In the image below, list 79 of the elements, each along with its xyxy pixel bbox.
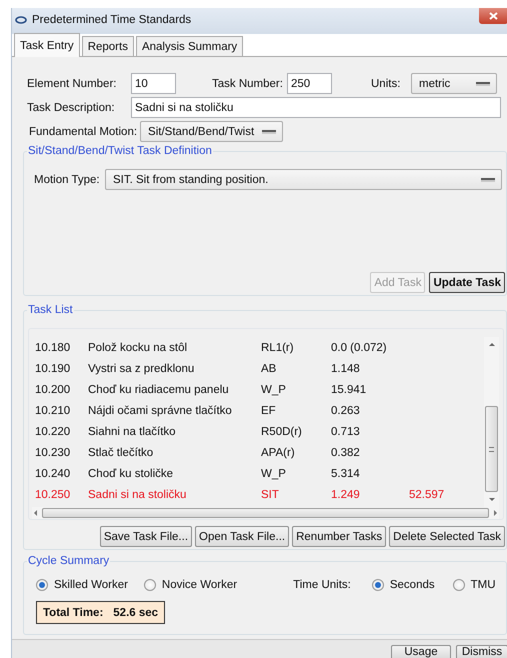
table-cell-text: 0.263 (331, 404, 361, 416)
table-cell-text: 15.941 (331, 384, 368, 396)
horizontal-scrollbar[interactable] (32, 507, 499, 519)
table-cell-text: 10.190 (35, 362, 72, 374)
close-button[interactable] (479, 8, 507, 24)
field-label: Motion Type: (34, 174, 101, 186)
footer-button[interactable]: Dismiss (456, 645, 507, 658)
table-cell-text: 1.148 (331, 362, 361, 374)
radio-label: Seconds (390, 579, 435, 591)
vertical-scrollbar[interactable] (484, 337, 499, 507)
dropdown-value: metric (419, 78, 450, 90)
table-cell-text: 0.0 (0.072) (331, 342, 388, 354)
close-icon (489, 12, 498, 20)
table-cell-text: Siahni na tlačítko (88, 426, 177, 438)
input-field[interactable]: 10 (131, 73, 176, 94)
dropdown-value: Sit/Stand/Bend/Twist (148, 126, 254, 138)
table-cell-text: EF (261, 404, 277, 416)
radio-button[interactable]: TMU (452, 579, 496, 591)
table-cell-text: 0.382 (331, 446, 361, 458)
table-cell-text: 10.230 (35, 446, 72, 458)
field-label: Task Description: (27, 102, 116, 114)
field-label: Task Number: (212, 78, 284, 90)
table-cell-text: W_P (261, 468, 287, 480)
input-field[interactable]: Sadni si na stoličku (131, 97, 501, 118)
action-button[interactable]: Delete Selected Task (389, 526, 505, 547)
radio-label: TMU (470, 579, 496, 591)
table-cell-text: APA(r) (261, 446, 296, 458)
field-label: Units: (371, 78, 402, 90)
action-button[interactable]: Renumber Tasks (292, 526, 386, 547)
dropdown-icon (476, 82, 490, 86)
total-time-value: 52.6 sec (113, 606, 158, 618)
table-cell-text: Polož kocku na stôl (88, 342, 188, 354)
table-cell-text: Stlač tlečítko (88, 446, 154, 458)
app-icon (15, 16, 27, 24)
dropdown-value: SIT. Sit from standing position. (113, 174, 268, 186)
table-cell-text: W_P (261, 384, 287, 396)
table-cell-text: Choď ku riadiacemu panelu (88, 384, 230, 396)
table-cell-text: 10.180 (35, 342, 72, 354)
radio-label: Skilled Worker (54, 579, 128, 591)
table-cell-text: 10.200 (35, 384, 72, 396)
radio-label: Novice Worker (162, 579, 238, 591)
table-cell-text: AB (261, 362, 278, 374)
table-cell-text: RL1(r) (261, 342, 295, 354)
group-title: Cycle Summary (27, 554, 110, 568)
total-time-label: Total Time: (43, 606, 104, 618)
field-label: Time Units: (293, 579, 352, 591)
action-button[interactable]: Save Task File... (100, 526, 192, 547)
radio-button[interactable]: Seconds (372, 579, 435, 591)
action-button[interactable]: Open Task File... (195, 526, 290, 547)
table-cell-text: Sadni si na stoličku (88, 488, 188, 500)
tab[interactable]: Reports (82, 36, 134, 56)
tab[interactable]: Task Entry (14, 33, 80, 57)
table-cell-text: 0.713 (331, 426, 361, 438)
radio-button[interactable]: Novice Worker (144, 579, 238, 591)
field-label: Element Number: (27, 78, 118, 90)
table-cell-text: 10.240 (35, 468, 72, 480)
table-cell-text: Vystri sa z predklonu (88, 362, 196, 374)
radio-button[interactable]: Skilled Worker (36, 579, 128, 591)
table-cell-text: 1.249 (331, 488, 361, 500)
dropdown[interactable]: metric (411, 73, 497, 94)
input-field[interactable]: 250 (287, 73, 332, 94)
dropdown[interactable]: Sit/Stand/Bend/Twist (140, 121, 284, 142)
footer-button[interactable]: Usage (391, 645, 451, 658)
dropdown-icon (481, 178, 495, 182)
table-cell-text: R50D(r) (261, 426, 303, 438)
table-cell-text: Nájdi očami správne tlačítko (88, 404, 233, 416)
table-cell-text: SIT (261, 488, 280, 500)
tab[interactable]: Analysis Summary (136, 36, 244, 56)
table-cell-text: 10.250 (35, 488, 72, 500)
window-title: Predetermined Time Standards (32, 14, 192, 26)
action-button[interactable]: Update Task (429, 272, 505, 293)
dropdown-icon (262, 130, 276, 134)
field-label: Fundamental Motion: (29, 126, 138, 138)
table-cell-text: 52.597 (409, 488, 446, 500)
table-cell-text: Choď ku stoličke (88, 468, 174, 480)
table-cell-text: 10.210 (35, 404, 72, 416)
dropdown[interactable]: SIT. Sit from standing position. (105, 169, 502, 190)
table-cell-text: 5.314 (331, 468, 361, 480)
table-cell-text: 10.220 (35, 426, 72, 438)
